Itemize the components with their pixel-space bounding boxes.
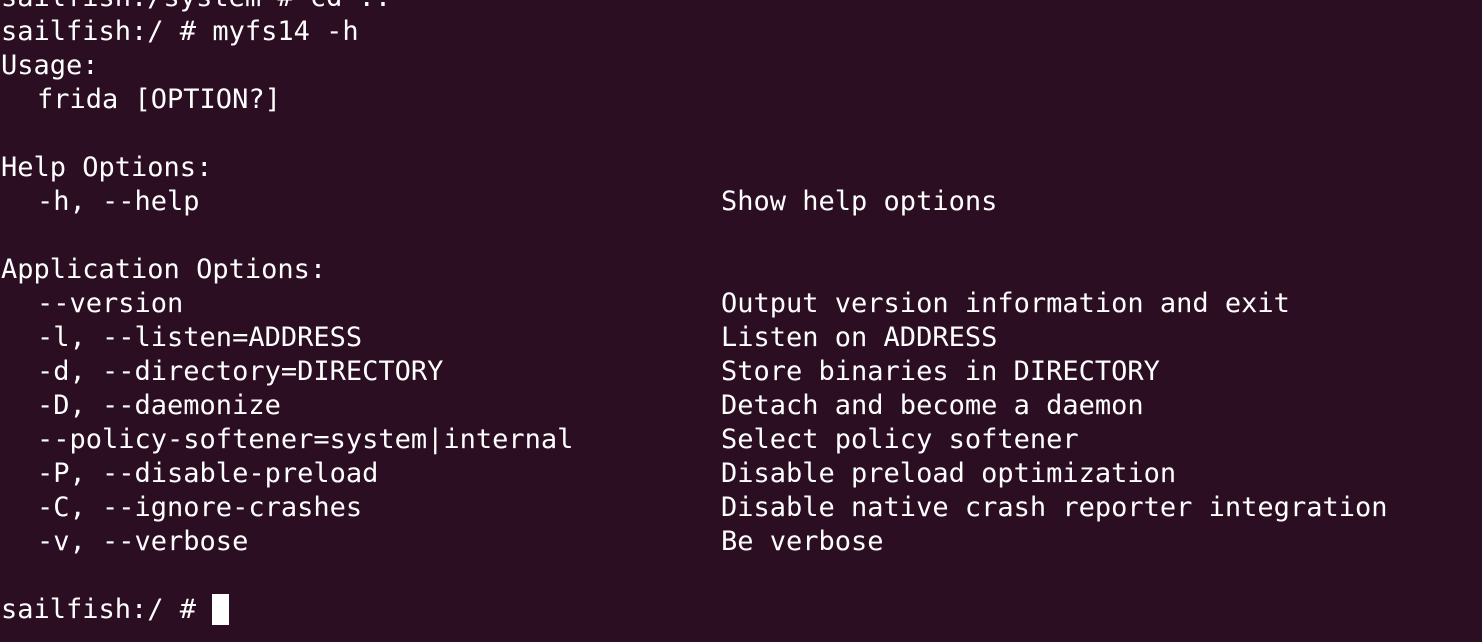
option-flag: --policy-softener=system|internal (37, 424, 574, 455)
option-flag: -d, --directory=DIRECTORY (37, 356, 444, 387)
option-description: Disable native crash reporter integratio… (721, 492, 1388, 523)
application-options-header: Application Options: (1, 254, 327, 285)
app-option-row: --version Output version information and… (1, 287, 1290, 321)
help-option-row: -h, --help Show help options (1, 185, 997, 219)
option-description: Store binaries in DIRECTORY (721, 356, 1160, 387)
app-option-row: -v, --verbose Be verbose (1, 525, 884, 559)
app-option-row: --policy-softener=system|internal Select… (1, 423, 1079, 457)
option-flag: -P, --disable-preload (37, 458, 379, 489)
usage-command: frida [OPTION?] (37, 84, 281, 115)
option-description: Show help options (721, 186, 998, 217)
app-option-row: -D, --daemonize Detach and become a daem… (1, 389, 1144, 423)
option-description: Output version information and exit (721, 288, 1290, 319)
previous-command-line: sailfish:/system # cd .. (1, 0, 391, 15)
app-option-row: -P, --disable-preload Disable preload op… (1, 457, 1176, 491)
help-options-header: Help Options: (1, 152, 213, 183)
option-flag: --version (37, 288, 184, 319)
option-flag: -C, --ignore-crashes (37, 492, 363, 523)
shell-prompt: sailfish:/ # (1, 594, 197, 625)
app-option-row: -l, --listen=ADDRESS Listen on ADDRESS (1, 321, 997, 355)
usage-header: Usage: (1, 50, 99, 81)
text-cursor[interactable] (212, 594, 230, 625)
app-option-row: -d, --directory=DIRECTORY Store binaries… (1, 355, 1160, 389)
terminal-window[interactable]: sailfish:/system # cd .. sailfish:/ # my… (0, 0, 1482, 642)
option-description: Detach and become a daemon (721, 390, 1144, 421)
option-description: Be verbose (721, 526, 884, 557)
option-description: Select policy softener (721, 424, 1079, 455)
option-description: Listen on ADDRESS (721, 322, 998, 353)
command-line: sailfish:/ # myfs14 -h (1, 16, 359, 47)
terminal-output: sailfish:/system # cd .. sailfish:/ # my… (1, 0, 1387, 627)
option-flag: -v, --verbose (37, 526, 249, 557)
option-description: Disable preload optimization (721, 458, 1177, 489)
app-option-row: -C, --ignore-crashes Disable native cras… (1, 491, 1387, 525)
usage-line: frida [OPTION?] (1, 83, 391, 117)
option-flag: -h, --help (37, 186, 200, 217)
prompt-line[interactable]: sailfish:/ # (1, 593, 391, 627)
option-flag: -l, --listen=ADDRESS (37, 322, 363, 353)
option-flag: -D, --daemonize (37, 390, 281, 421)
